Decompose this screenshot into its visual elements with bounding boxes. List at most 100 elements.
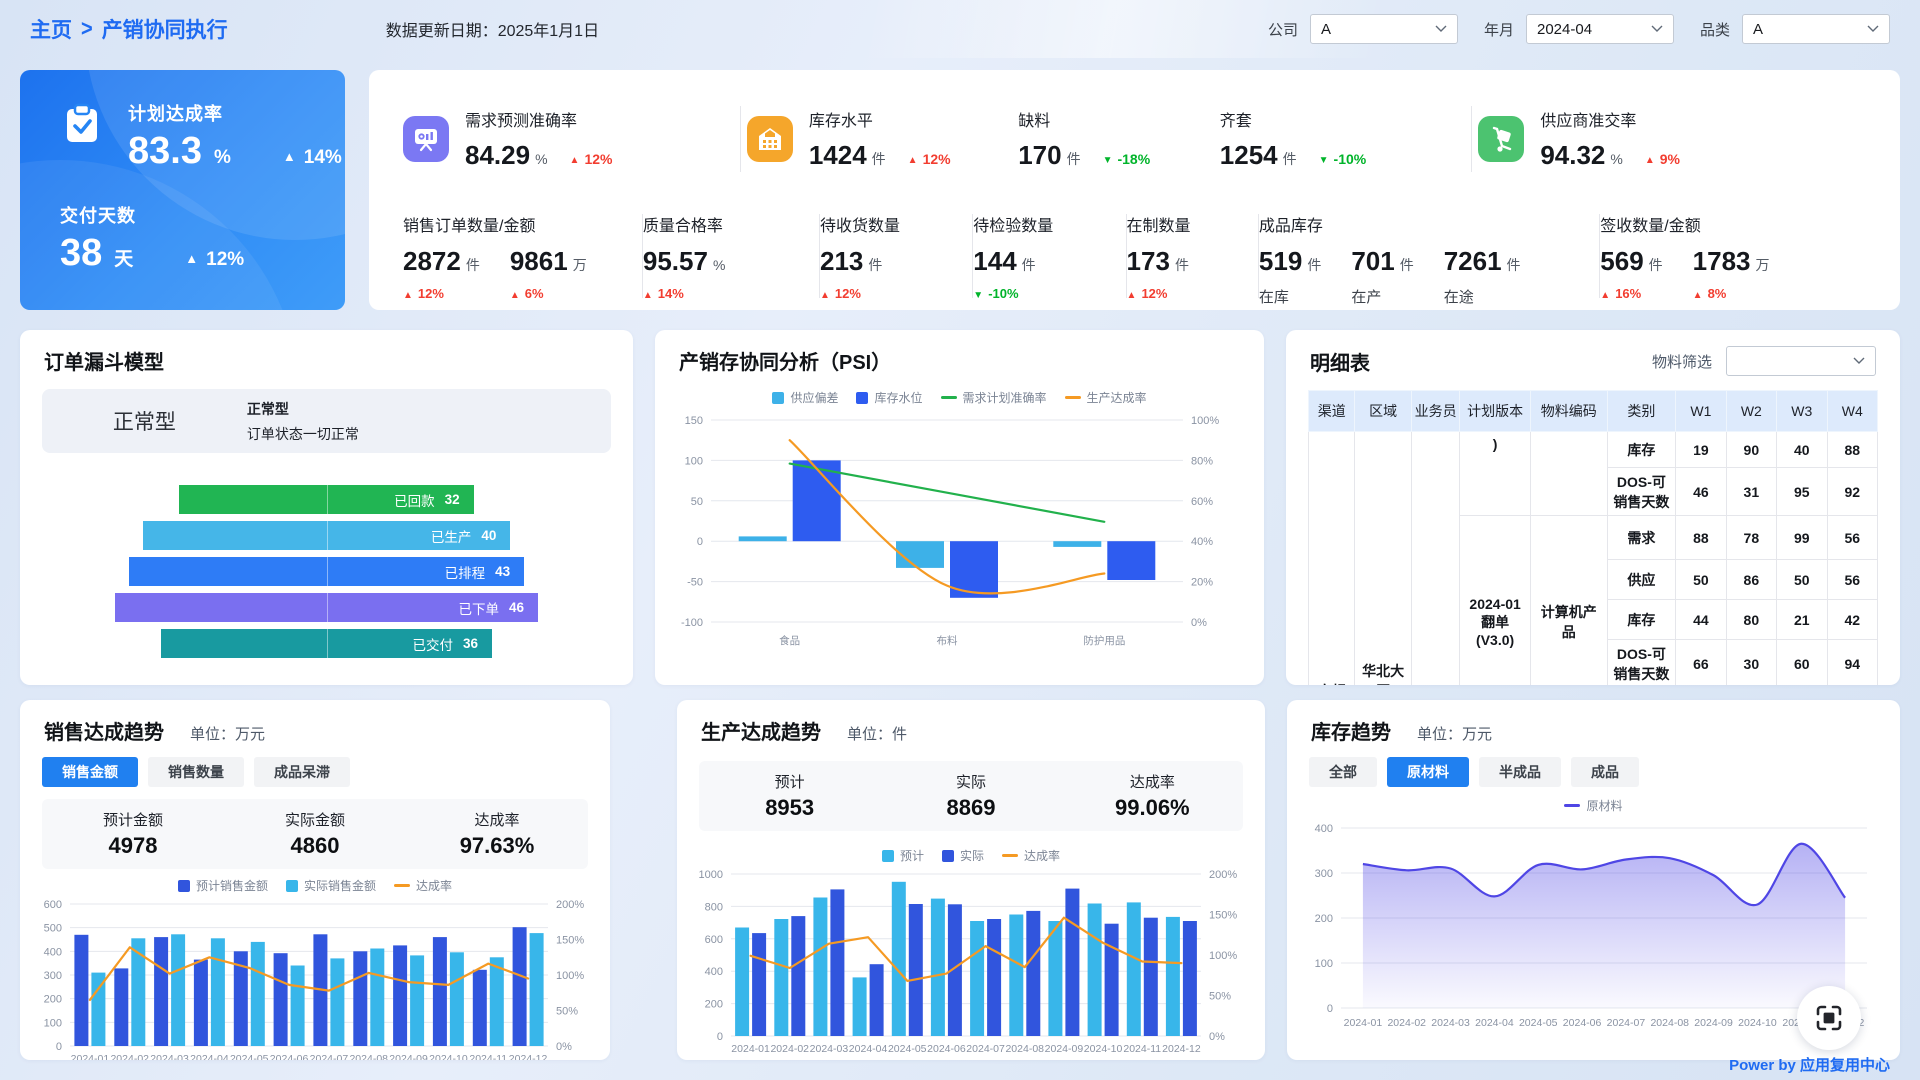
- svg-text:布料: 布料: [937, 634, 958, 647]
- legend-line-swatch: [1002, 854, 1018, 857]
- tab-2[interactable]: 半成品: [1479, 757, 1561, 787]
- svg-text:0: 0: [717, 1031, 723, 1043]
- hero-metric-plan: 计划达成率83.3%▲14%: [128, 100, 342, 170]
- kpi-cell: 待收货数量213件▲12%: [820, 212, 972, 310]
- svg-text:2024-04: 2024-04: [849, 1043, 888, 1055]
- svg-text:2024-07: 2024-07: [1607, 1017, 1646, 1029]
- svg-text:2024-01: 2024-01: [71, 1053, 110, 1060]
- tab-0-active[interactable]: 销售金额: [42, 757, 138, 787]
- legend-square-swatch: [882, 850, 894, 862]
- svg-text:150%: 150%: [556, 935, 584, 947]
- svg-text:100: 100: [685, 455, 703, 467]
- fullscreen-icon: [1814, 1003, 1844, 1033]
- content: 计划达成率83.3%▲14% 交付天数38天▲12% 需求预测准确率84.29%…: [20, 70, 1900, 1060]
- svg-text:50%: 50%: [1209, 991, 1231, 1003]
- svg-text:100: 100: [44, 1017, 62, 1029]
- svg-text:2024-06: 2024-06: [927, 1043, 966, 1055]
- legend-item: 库存水位: [856, 389, 922, 406]
- tab-2[interactable]: 成品呆滞: [254, 757, 350, 787]
- svg-text:20%: 20%: [1191, 577, 1213, 589]
- filter-select-2[interactable]: A: [1742, 14, 1890, 44]
- svg-text:300: 300: [44, 970, 62, 982]
- svg-text:150%: 150%: [1209, 910, 1237, 922]
- material-filter-select[interactable]: [1726, 346, 1876, 376]
- order-funnel-panel: 订单漏斗模型 正常型 正常型 订单状态一切正常 已回款32已生产40已排程43已…: [20, 330, 633, 685]
- funnel-bar[interactable]: 已交付36: [161, 629, 492, 658]
- psi-legend: 供应偏差库存水位需求计划准确率生产达成率: [655, 389, 1264, 406]
- kpi-delta: ▲12%: [820, 286, 882, 301]
- psi-chart: 150100500-50-100100%80%60%40%20%0%食品布料防护…: [669, 410, 1229, 648]
- svg-text:800: 800: [705, 901, 723, 913]
- legend-square-swatch: [178, 880, 190, 892]
- tab-0[interactable]: 全部: [1309, 757, 1377, 787]
- legend-line-swatch: [941, 396, 957, 399]
- filter-select-1[interactable]: 2024-04: [1526, 14, 1674, 44]
- order-type-box: 正常型 正常型 订单状态一切正常: [42, 389, 611, 453]
- chevron-down-icon: [1435, 25, 1447, 33]
- svg-text:200%: 200%: [556, 899, 584, 911]
- breadcrumb-home[interactable]: 主页: [30, 14, 72, 44]
- svg-text:2024-03: 2024-03: [150, 1053, 189, 1060]
- fullscreen-button[interactable]: [1797, 986, 1861, 1050]
- tab-1-active[interactable]: 原材料: [1387, 757, 1469, 787]
- table-header-cell: W3: [1777, 391, 1827, 432]
- svg-text:60%: 60%: [1191, 496, 1213, 508]
- kpi-row-2: 销售订单数量/金额2872件▲12%9861万▲6%质量合格率95.57%▲14…: [403, 202, 1866, 310]
- legend-item: 实际销售金额: [286, 877, 376, 894]
- filter-bar: 公司A年月2024-04品类A: [1242, 14, 1890, 44]
- tab-1[interactable]: 销售数量: [148, 757, 244, 787]
- kpi-delta: ▲16%: [1600, 286, 1662, 301]
- breadcrumb-current: 产销协同执行: [102, 14, 228, 44]
- svg-text:200: 200: [44, 994, 62, 1006]
- svg-text:食品: 食品: [779, 634, 800, 647]
- svg-text:2024-02: 2024-02: [1387, 1017, 1426, 1029]
- inventory-trend-title: 库存趋势: [1311, 716, 1391, 745]
- kpi-delta: ▼-10%: [973, 286, 1035, 301]
- svg-text:2024-10: 2024-10: [429, 1053, 468, 1060]
- svg-text:2024-07: 2024-07: [966, 1043, 1005, 1055]
- top-bar: 主页 > 产销协同执行 数据更新日期：2025年1月1日 公司A年月2024-0…: [0, 0, 1920, 58]
- svg-text:0%: 0%: [1191, 617, 1207, 629]
- svg-text:2024-03: 2024-03: [1431, 1017, 1470, 1029]
- svg-text:2024-05: 2024-05: [230, 1053, 269, 1060]
- filter-label: 年月: [1484, 19, 1514, 40]
- svg-text:2024-09: 2024-09: [1694, 1017, 1733, 1029]
- inventory-legend: 原材料: [1287, 797, 1900, 814]
- table-header-cell: W4: [1827, 391, 1878, 432]
- sales-trend-unit: 单位：万元: [190, 723, 265, 744]
- svg-text:2024-08: 2024-08: [1005, 1043, 1044, 1055]
- svg-text:0%: 0%: [556, 1041, 572, 1053]
- production-trend-chart: 10008006004002000200%150%100%50%0%2024-0…: [691, 868, 1245, 1056]
- hero-delta: ▲14%: [283, 147, 342, 169]
- funnel-bar[interactable]: 已回款32: [179, 485, 473, 514]
- order-type-badge: 正常型: [42, 406, 247, 436]
- table-header-cell: W1: [1676, 391, 1726, 432]
- kpi-delta: ▲14%: [643, 286, 726, 301]
- svg-text:2024-02: 2024-02: [770, 1043, 809, 1055]
- funnel-bar[interactable]: 已排程43: [129, 557, 524, 586]
- svg-text:600: 600: [44, 899, 62, 911]
- legend-square-swatch: [942, 850, 954, 862]
- order-type-desc: 订单状态一切正常: [247, 424, 359, 444]
- forecast-board-icon: [403, 116, 449, 162]
- kpi-row: 计划达成率83.3%▲14% 交付天数38天▲12% 需求预测准确率84.29%…: [20, 70, 1900, 310]
- detail-table-wrap[interactable]: 渠道区域业务员计划版本物料编码类别W1W2W3W4商超华北大区)库存199040…: [1308, 390, 1878, 685]
- funnel-bar[interactable]: 已生产40: [143, 521, 511, 550]
- chevron-down-icon: [1867, 25, 1879, 33]
- summary-item: 实际金额4860: [224, 809, 406, 859]
- svg-text:防护用品: 防护用品: [1083, 634, 1125, 647]
- tab-3[interactable]: 成品: [1571, 757, 1639, 787]
- kpi-cell: 待检验数量144件▼-10%: [973, 212, 1125, 310]
- funnel-bar[interactable]: 已下单46: [115, 593, 538, 622]
- filter-label: 公司: [1268, 19, 1298, 40]
- powered-by[interactable]: Power by 应用复用中心: [1729, 1054, 1890, 1075]
- hero-card: 计划达成率83.3%▲14% 交付天数38天▲12%: [20, 70, 345, 310]
- kpi-delta: ▲12%: [570, 151, 613, 167]
- svg-text:200: 200: [705, 999, 723, 1011]
- divider: [740, 106, 741, 172]
- sales-summary: 预计金额4978实际金额4860达成率97.63%: [42, 799, 588, 869]
- svg-text:100%: 100%: [1191, 415, 1219, 427]
- production-legend: 预计实际达成率: [677, 847, 1265, 864]
- filter-select-0[interactable]: A: [1310, 14, 1458, 44]
- legend-item: 预计: [882, 847, 924, 864]
